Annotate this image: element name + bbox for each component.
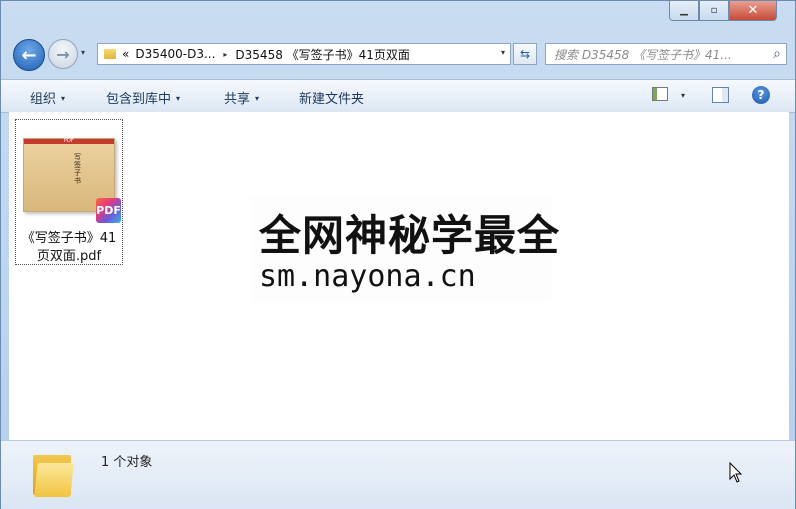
file-list-area[interactable]: PDF 写签子书 PDF 《写签子书》41 页双面.pdf 全网神秘学最全 sm… [9, 112, 789, 440]
help-glyph: ? [757, 88, 765, 102]
breadcrumb-overflow[interactable]: « [122, 47, 129, 61]
breadcrumb-item-parent[interactable]: D35400-D3... [135, 47, 215, 61]
share-label: 共享 [224, 92, 251, 107]
minimize-button[interactable]: ▁ [669, 1, 699, 21]
forward-button[interactable]: → [48, 39, 78, 69]
maximize-icon: ▫ [710, 5, 718, 16]
include-in-library-button[interactable]: 包含到库中 ▾ [106, 88, 180, 107]
help-icon[interactable]: ? [752, 86, 770, 104]
watermark-title: 全网神秘学最全 [259, 211, 561, 260]
maximize-button[interactable]: ▫ [699, 1, 729, 21]
new-folder-button[interactable]: 新建文件夹 [299, 88, 364, 107]
chevron-down-icon: ▾ [81, 48, 86, 57]
mouse-cursor-icon [729, 462, 743, 483]
search-box[interactable]: 搜索 D35458 《写签子书》41... ⌕ [545, 43, 787, 65]
pdf-file-icon: PDF [96, 198, 121, 223]
organize-menu-button[interactable]: 组织 ▾ [30, 88, 65, 107]
pdf-badge-label: PDF [96, 204, 121, 217]
watermark-overlay: 全网神秘学最全 sm.nayona.cn [251, 196, 559, 302]
close-button[interactable]: ✕ [729, 1, 777, 21]
share-button[interactable]: 共享 ▾ [224, 88, 259, 107]
chevron-down-icon: ▾ [61, 94, 66, 103]
close-icon: ✕ [747, 3, 759, 18]
breadcrumb-separator-icon[interactable]: ▸ [223, 50, 227, 59]
refresh-button[interactable]: ⇆ [513, 43, 537, 65]
search-input[interactable]: 搜索 D35458 《写签子书》41... [554, 46, 760, 63]
thumbnail-band-label: PDF [64, 138, 74, 144]
arrow-left-icon: ← [21, 44, 37, 66]
window-controls: ▁ ▫ ✕ [669, 1, 777, 21]
folder-icon [33, 451, 74, 497]
file-name-line-1: 《写签子书》41 [21, 231, 117, 246]
item-count: 1 个对象 [101, 455, 153, 470]
back-button[interactable]: ← [13, 39, 45, 71]
explorer-window: ▁ ▫ ✕ ← → ▾ « D35400-D3... ▸ D35458 《写签子… [0, 0, 796, 509]
file-item[interactable]: PDF 写签子书 PDF 《写签子书》41 页双面.pdf [15, 119, 123, 265]
folder-icon [104, 49, 116, 59]
address-dropdown-icon[interactable]: ▾ [501, 48, 505, 57]
file-name[interactable]: 《写签子书》41 页双面.pdf [16, 230, 122, 266]
organize-label: 组织 [30, 92, 57, 107]
watermark-url: sm.nayona.cn [259, 259, 476, 294]
command-toolbar: 组织 ▾ 包含到库中 ▾ 共享 ▾ 新建文件夹 ▾ ? [1, 79, 795, 113]
thumbnail-title: 写签子书 [74, 153, 81, 185]
chevron-down-icon: ▾ [255, 94, 260, 103]
arrow-right-icon: → [56, 44, 70, 64]
folder-front-shape [34, 463, 74, 497]
new-folder-label: 新建文件夹 [299, 92, 365, 107]
minimize-icon: ▁ [680, 5, 688, 16]
include-in-library-label: 包含到库中 [106, 92, 172, 107]
preview-pane-icon[interactable] [712, 87, 729, 103]
recent-pages-button[interactable]: ▾ [81, 48, 85, 57]
refresh-icon: ⇆ [519, 47, 531, 61]
details-pane: 1 个对象 [1, 440, 795, 509]
chevron-down-icon: ▾ [176, 94, 181, 103]
view-options-icon[interactable]: ▾ [681, 91, 685, 100]
file-name-line-2: 页双面.pdf [36, 249, 102, 264]
breadcrumb-item-current[interactable]: D35458 《写签子书》41页双面 [235, 46, 410, 63]
search-icon[interactable]: ⌕ [773, 46, 781, 62]
change-view-icon[interactable] [652, 87, 668, 101]
address-bar[interactable]: « D35400-D3... ▸ D35458 《写签子书》41页双面 ▾ [97, 43, 511, 65]
